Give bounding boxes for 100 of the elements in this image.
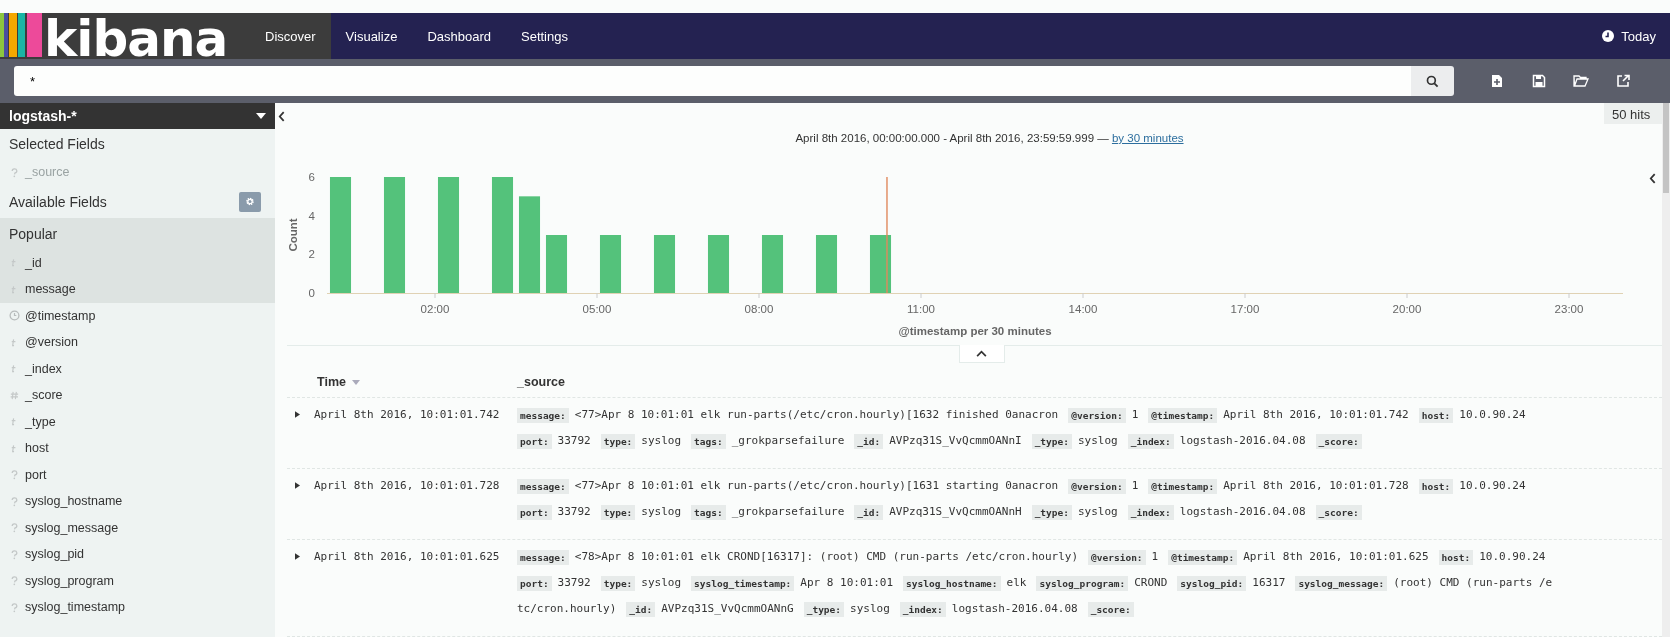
field-value: 16317 bbox=[1252, 576, 1286, 589]
field-item[interactable]: message bbox=[0, 276, 275, 303]
field-name: syslog_message bbox=[25, 520, 119, 535]
field-key: @version: bbox=[1068, 479, 1126, 494]
folder-icon bbox=[1573, 74, 1589, 88]
histogram-bar[interactable] bbox=[518, 196, 541, 294]
hits-count: 50 hits bbox=[1604, 103, 1662, 124]
field-item[interactable]: syslog_hostname bbox=[0, 488, 275, 515]
unknown-type-icon bbox=[9, 469, 20, 481]
field-item[interactable]: host bbox=[0, 435, 275, 462]
section-heading: Popular bbox=[8, 224, 59, 244]
histogram-bar[interactable] bbox=[599, 235, 622, 294]
field-key: _index: bbox=[1127, 434, 1174, 449]
nav-tab[interactable]: Settings bbox=[506, 13, 583, 59]
histogram-bar[interactable] bbox=[437, 177, 460, 294]
field-key: @timestamp: bbox=[1148, 479, 1218, 494]
field-value: AVPzq31S_VvQcmmOANnH bbox=[889, 505, 1022, 518]
field-key: _type: bbox=[803, 602, 844, 617]
unknown-type-icon bbox=[9, 601, 20, 613]
index-pattern-selector[interactable]: logstash-* bbox=[0, 103, 275, 129]
field-value: _grokparsefailure bbox=[731, 505, 845, 518]
field-value: tc/cron.hourly) bbox=[517, 602, 617, 615]
histogram-bar[interactable] bbox=[383, 177, 406, 294]
histogram-bar[interactable] bbox=[491, 177, 514, 294]
field-key: @timestamp: bbox=[1148, 408, 1218, 423]
field-value: logstash-2016.04.08 bbox=[1179, 434, 1306, 447]
column-header[interactable]: _source bbox=[517, 375, 565, 390]
histogram-bar[interactable] bbox=[869, 235, 892, 294]
field-value: <77>Apr 8 10:01:01 elk run-parts(/etc/cron.hourly)[1632 finished 0anacron bbox=[574, 408, 1059, 421]
field-value: (root) CMD (run-parts /e bbox=[1393, 576, 1553, 589]
expand-triangle-icon[interactable] bbox=[295, 482, 300, 489]
field-item[interactable]: _type bbox=[0, 408, 275, 435]
field-name: _score bbox=[25, 388, 63, 403]
field-item[interactable]: _score bbox=[0, 382, 275, 409]
field-name: port bbox=[25, 467, 47, 482]
field-name: _id bbox=[25, 255, 42, 270]
histogram-bar[interactable] bbox=[707, 235, 730, 294]
field-value: _grokparsefailure bbox=[731, 434, 845, 447]
field-value: syslog bbox=[1077, 505, 1118, 518]
field-key: port: bbox=[517, 505, 552, 520]
column-header[interactable]: Time bbox=[317, 375, 346, 390]
clock-icon bbox=[9, 310, 20, 322]
field-value: syslog bbox=[1077, 434, 1118, 447]
histogram-bar[interactable] bbox=[761, 235, 784, 294]
field-key: _type: bbox=[1031, 434, 1072, 449]
field-item[interactable]: _index bbox=[0, 355, 275, 382]
index-pattern-name: logstash-* bbox=[9, 108, 77, 124]
field-name: syslog_hostname bbox=[25, 494, 123, 509]
field-value: 1 bbox=[1131, 479, 1139, 492]
field-item[interactable]: port bbox=[0, 461, 275, 488]
search-button[interactable] bbox=[1411, 66, 1454, 96]
field-item[interactable]: syslog_pid bbox=[0, 541, 275, 568]
chevron-left-icon[interactable] bbox=[277, 111, 285, 122]
histogram-bar[interactable] bbox=[545, 235, 568, 294]
nav-tab[interactable]: Dashboard bbox=[412, 13, 506, 59]
collapse-chart-button[interactable] bbox=[958, 345, 1005, 364]
histogram-bar[interactable] bbox=[653, 235, 676, 294]
sort-caret-icon[interactable] bbox=[351, 379, 360, 385]
field-item[interactable]: @version bbox=[0, 329, 275, 356]
field-item[interactable]: syslog_message bbox=[0, 514, 275, 541]
field-name: _source bbox=[25, 165, 70, 180]
scrollbar[interactable] bbox=[1662, 103, 1670, 637]
field-value: elk bbox=[1006, 576, 1027, 589]
field-key: type: bbox=[600, 505, 636, 520]
field-key: _id: bbox=[854, 505, 884, 520]
histogram-bar[interactable] bbox=[815, 235, 838, 294]
chevron-left-icon[interactable] bbox=[1649, 173, 1656, 185]
number-type-icon bbox=[9, 389, 20, 401]
search-icon bbox=[1426, 74, 1439, 88]
field-value: <77>Apr 8 10:01:01 elk run-parts(/etc/cron.hourly)[1631 starting 0anacron bbox=[574, 479, 1059, 492]
expand-triangle-icon[interactable] bbox=[295, 411, 300, 418]
field-key: host: bbox=[1438, 550, 1474, 565]
settings-button[interactable] bbox=[239, 191, 261, 212]
histogram-bar[interactable] bbox=[329, 177, 352, 294]
field-value: AVPzq31S_VvQcmmOANnG bbox=[661, 602, 794, 615]
tick-label: 17:00 bbox=[1230, 303, 1260, 316]
tick-label: 14:00 bbox=[1068, 303, 1098, 316]
field-item[interactable]: syslog_timestamp bbox=[0, 594, 275, 621]
unknown-type-icon bbox=[9, 548, 20, 560]
tick-label: 11:00 bbox=[907, 303, 935, 316]
expand-triangle-icon[interactable] bbox=[295, 553, 300, 560]
field-item[interactable]: syslog_program bbox=[0, 567, 275, 594]
field-value: 10.0.90.24 bbox=[1459, 479, 1526, 492]
nav-tab[interactable]: Visualize bbox=[330, 13, 413, 59]
time-cell: April 8th 2016, 10:01:01.742 bbox=[314, 408, 500, 421]
field-name: _index bbox=[25, 361, 62, 376]
field-key: _id: bbox=[854, 434, 884, 449]
nav-tab[interactable]: Discover bbox=[250, 13, 331, 59]
tick-label: 08:00 bbox=[744, 303, 774, 316]
field-key: host: bbox=[1418, 479, 1454, 494]
search-field[interactable]: * bbox=[14, 66, 1411, 96]
unknown-type-icon bbox=[9, 495, 20, 507]
time-picker-button[interactable]: Today bbox=[1615, 28, 1664, 44]
field-item[interactable]: _id bbox=[0, 249, 275, 276]
tick-label: 02:00 bbox=[420, 303, 450, 316]
field-key: port: bbox=[517, 434, 552, 449]
logo[interactable]: kibana bbox=[0, 13, 250, 59]
interval-link[interactable]: by 30 minutes bbox=[1111, 131, 1184, 144]
field-item[interactable]: @timestamp bbox=[0, 302, 275, 329]
tick-label: 23:00 bbox=[1554, 303, 1584, 316]
